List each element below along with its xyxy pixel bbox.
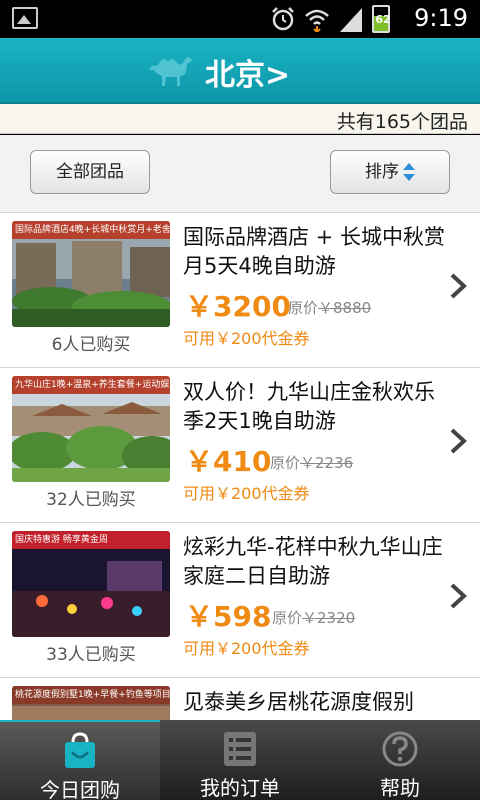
bottom-nav: 今日团购 我的订单 帮助 (0, 720, 480, 800)
deal-thumbnail-tag: 国际品牌酒店4晚+长城中秋赏月+老舍茶馆 (12, 221, 170, 239)
deal-title: 国际品牌酒店 + 长城中秋赏月5天4晚自助游 (183, 225, 445, 278)
battery-icon: 62 (372, 5, 391, 33)
camel-logo-icon (149, 57, 192, 86)
status-bar: 62 9:19 (0, 0, 480, 38)
deal-thumbnail: 九华山庄1晚+温泉+养生套餐+运动娱乐 (12, 376, 170, 482)
all-deals-label: 全部团品 (56, 162, 124, 182)
deal-count-bar: 共有165个团品 (0, 104, 480, 134)
deal-title: 见泰美乡居桃花源度假别 (183, 690, 414, 714)
tab-today-deals[interactable]: 今日团购 (0, 720, 160, 800)
app-header: 北京> (0, 38, 480, 104)
tab-help[interactable]: 帮助 (320, 720, 480, 800)
deal-thumbnail-tag: 九华山庄1晚+温泉+养生套餐+运动娱乐 (12, 376, 170, 394)
deal-price: ￥598 (185, 600, 272, 633)
deal-item[interactable]: 国际品牌酒店4晚+长城中秋赏月+老舍茶馆 6人已购买 国际品牌酒店 + 长城中秋… (0, 213, 480, 368)
deal-thumbnail: 国际品牌酒店4晚+长城中秋赏月+老舍茶馆 (12, 221, 170, 327)
deal-price: ￥3200 (185, 290, 291, 323)
deal-price: ￥410 (185, 445, 272, 478)
original-price: 原价￥2236 (270, 452, 353, 473)
tab-my-orders[interactable]: 我的订单 (160, 720, 320, 800)
deal-thumbnail: 桃花源度假别墅1晚+早餐+钓鱼等项目 (12, 686, 170, 720)
chevron-right-icon (450, 428, 467, 454)
status-icons: 62 (270, 4, 391, 34)
original-price-value: ￥2320 (302, 609, 356, 627)
deal-title: 双人价！九华山庄金秋欢乐季2天1晚自助游 (183, 380, 435, 433)
original-price-value: ￥2236 (300, 454, 354, 472)
original-price-label: 原价 (270, 454, 301, 472)
original-price-label: 原价 (288, 299, 319, 317)
deal-thumbnail: 国庆特惠游 畅享黄金周 (12, 531, 170, 637)
deal-count: 共有165个团品 (336, 111, 468, 133)
deal-item[interactable]: 国庆特惠游 畅享黄金周 33人已购买 炫彩九华-花样中秋九华山庄家庭二日自助游 … (0, 523, 480, 678)
voucher-text: 可用￥200代金券 (183, 484, 310, 503)
original-price: 原价￥8880 (288, 297, 371, 318)
deal-thumbnail-tag: 桃花源度假别墅1晚+早餐+钓鱼等项目 (12, 686, 170, 704)
sold-count: 6人已购买 (51, 335, 131, 355)
sort-button[interactable]: 排序 (330, 150, 450, 194)
voucher-text: 可用￥200代金券 (183, 639, 310, 658)
battery-level: 62 (375, 13, 391, 26)
chevron-right-icon (450, 583, 467, 609)
deal-list[interactable]: 国际品牌酒店4晚+长城中秋赏月+老舍茶馆 6人已购买 国际品牌酒店 + 长城中秋… (0, 213, 480, 720)
deal-item[interactable]: 桃花源度假别墅1晚+早餐+钓鱼等项目 见泰美乡居桃花源度假别 (0, 678, 480, 720)
original-price-value: ￥8880 (318, 299, 372, 317)
tab-label: 我的订单 (200, 776, 280, 800)
voucher-text: 可用￥200代金券 (183, 329, 310, 348)
original-price-label: 原价 (272, 609, 303, 627)
sort-arrows-icon (403, 163, 415, 181)
order-list-icon (224, 732, 256, 766)
deal-item[interactable]: 九华山庄1晚+温泉+养生套餐+运动娱乐 32人已购买 双人价！九华山庄金秋欢乐季… (0, 368, 480, 523)
all-deals-button[interactable]: 全部团品 (30, 150, 150, 194)
wifi-icon (305, 9, 329, 32)
filter-bar: 全部团品 排序 (0, 135, 480, 213)
chevron-right-icon (450, 273, 467, 299)
gallery-notification-icon (12, 7, 38, 29)
sort-label: 排序 (365, 162, 399, 182)
shopping-bag-icon (65, 732, 95, 768)
original-price: 原价￥2320 (272, 607, 355, 628)
alarm-icon (272, 7, 294, 31)
signal-icon (340, 8, 362, 32)
sold-count: 33人已购买 (46, 645, 136, 665)
tab-label: 帮助 (380, 776, 420, 800)
deal-thumbnail-tag: 国庆特惠游 畅享黄金周 (12, 531, 170, 549)
sold-count: 32人已购买 (46, 490, 136, 510)
city-selector[interactable]: 北京> (205, 50, 290, 94)
tab-label: 今日团购 (40, 778, 120, 800)
deal-title: 炫彩九华-花样中秋九华山庄家庭二日自助游 (183, 535, 443, 588)
help-icon (382, 731, 418, 767)
clock: 9:19 (414, 4, 468, 32)
